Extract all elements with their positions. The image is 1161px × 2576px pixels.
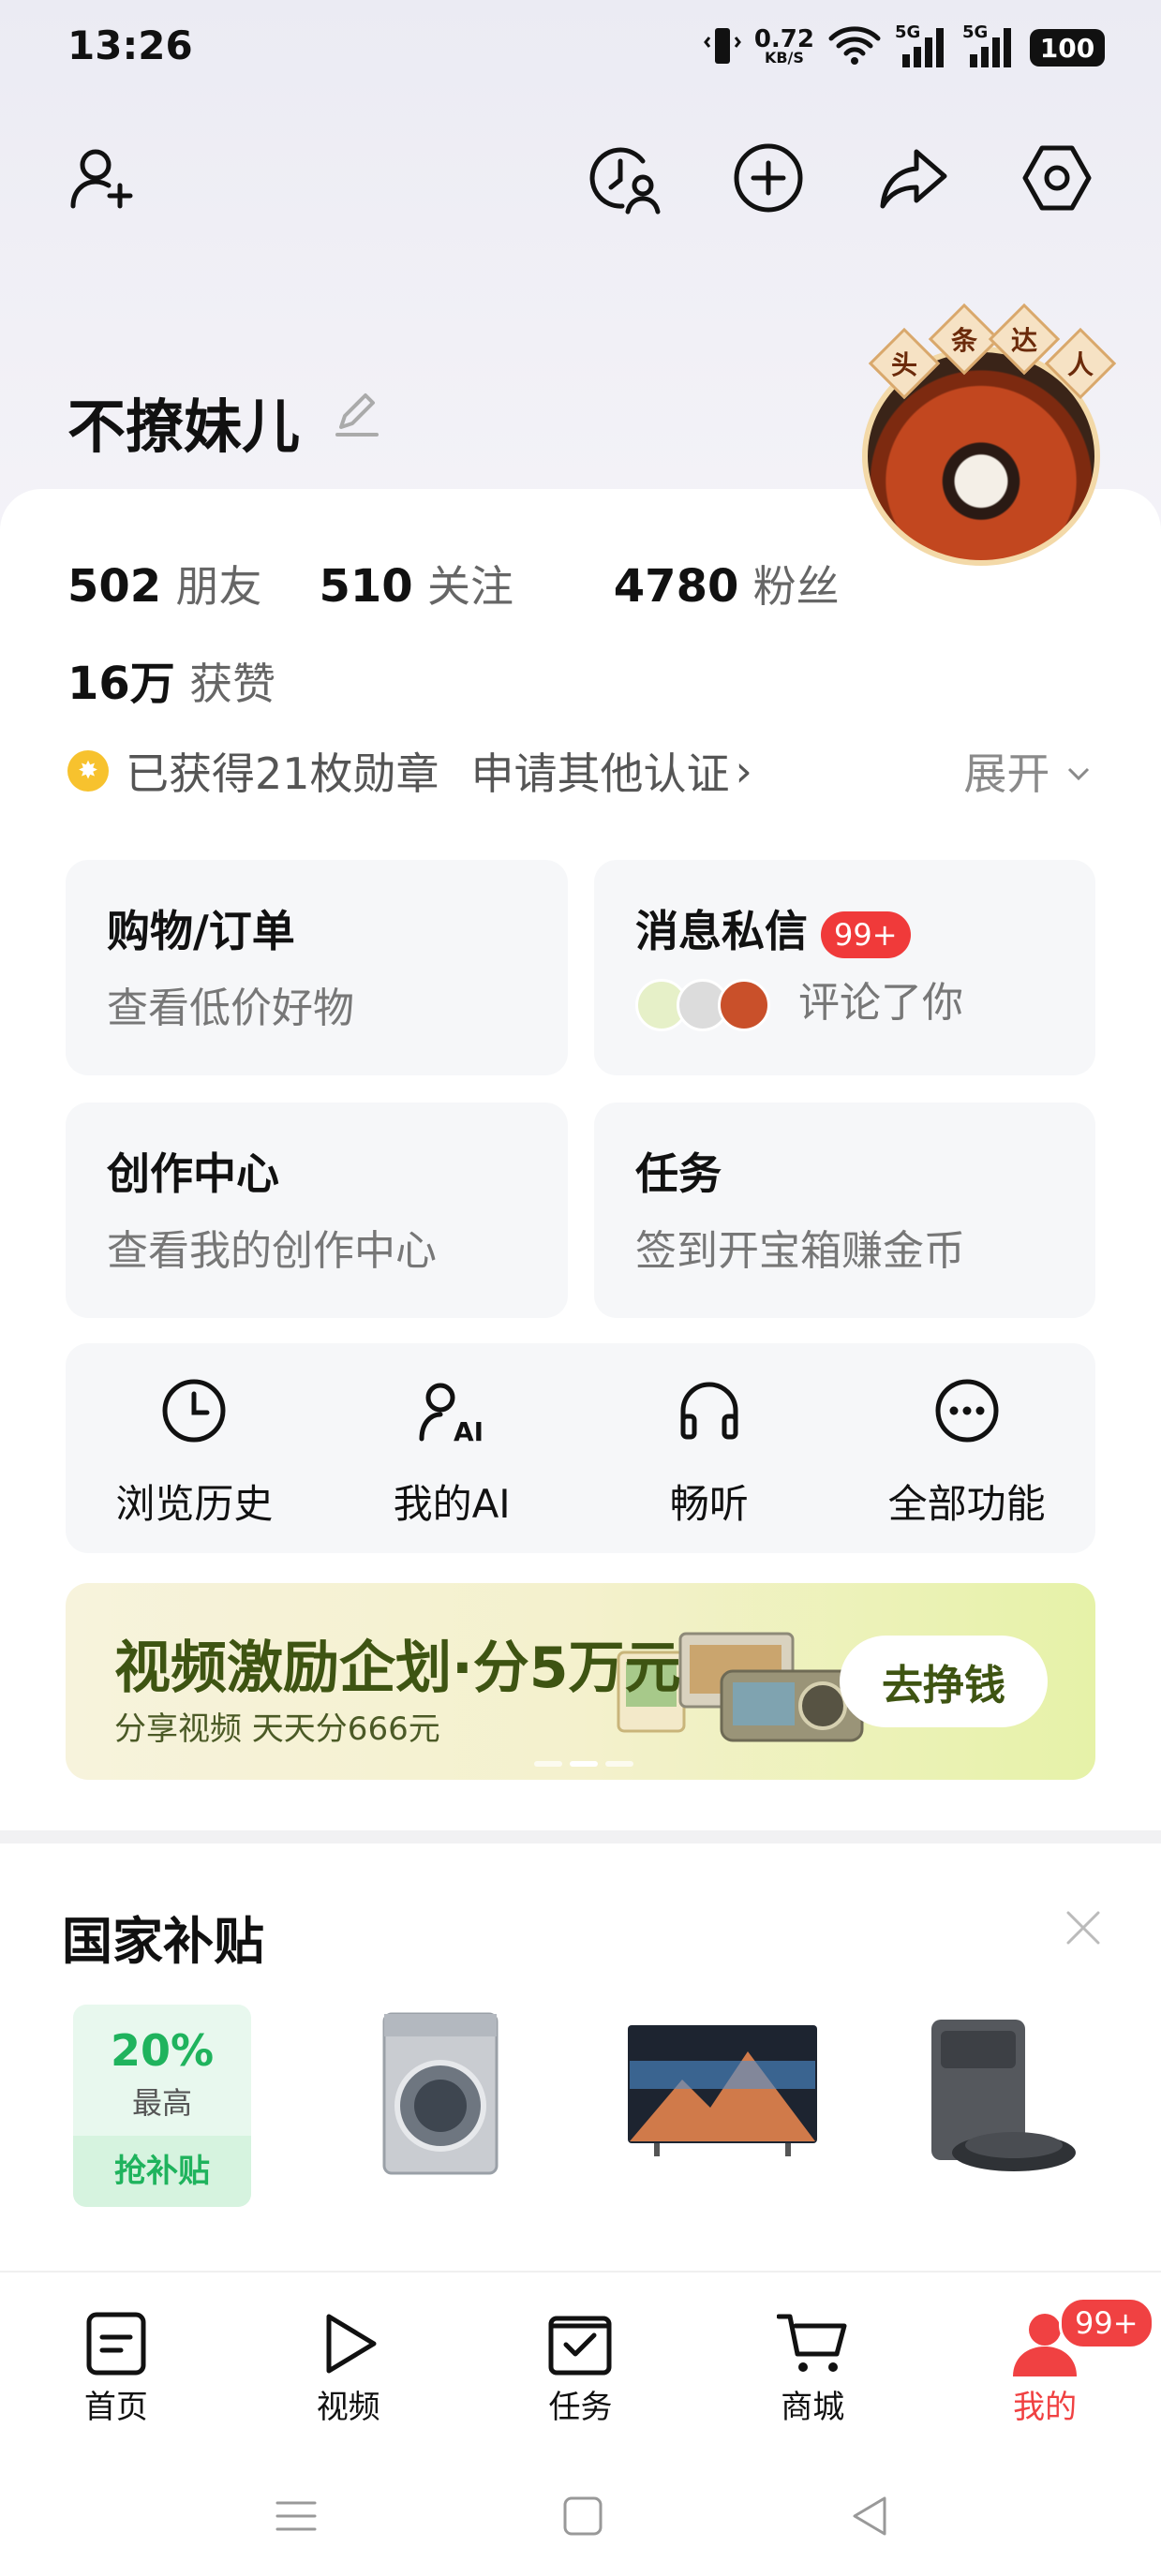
medal-icon: ✸ (67, 750, 109, 792)
chevron-down-icon (1064, 748, 1094, 799)
all-features-button[interactable]: 全部功能 (838, 1343, 1095, 1553)
cart-icon (775, 2306, 850, 2381)
product-television[interactable] (626, 2012, 819, 2199)
subsidy-coupon[interactable]: 20% 最高 抢补贴 (73, 2005, 251, 2207)
nav-video[interactable]: 视频 (232, 2273, 465, 2458)
battery-indicator: 100 (1030, 29, 1105, 67)
headphones-icon (674, 1375, 745, 1446)
subsidy-max-label: 最高 (131, 2085, 192, 2121)
banner-title: 视频激励企划·分5万元 (114, 1636, 681, 1701)
tile-title: 购物/订单 (107, 906, 295, 956)
back-triangle-icon (849, 2495, 890, 2541)
share-icon (875, 141, 950, 219)
quick-actions: 浏览历史 AI 我的AI 畅听 全部功能 (66, 1343, 1095, 1553)
status-bar: 13:26 0.72 KB/S 5G 5G 100 (0, 0, 1161, 97)
add-friend-button[interactable] (64, 141, 142, 219)
ai-user-icon: AI (416, 1375, 487, 1446)
friends-stat[interactable]: 502 朋友 (67, 560, 261, 613)
profile-name: 不撩妹儿 (67, 392, 301, 461)
likes-stat[interactable]: 16万 获赞 (67, 646, 275, 712)
tile-subtitle: 评论了你 (798, 979, 963, 1027)
earn-money-button[interactable]: 去挣钱 (840, 1636, 1048, 1727)
clock-icon (158, 1375, 230, 1446)
history-user-icon (585, 139, 663, 221)
nav-tasks[interactable]: 任务 (465, 2273, 697, 2458)
tile-title: 消息私信 (635, 906, 808, 956)
tile-title: 创作中心 (107, 1148, 279, 1199)
history-user-button[interactable] (585, 141, 663, 219)
create-button[interactable] (729, 141, 808, 219)
signal-icon-2: 5G (962, 22, 1017, 69)
menu-icon (274, 2497, 319, 2539)
square-icon (562, 2495, 603, 2540)
toutiao-talent-badge: 头 条 达 人 (862, 303, 1117, 400)
creation-center-tile[interactable]: 创作中心 查看我的创作中心 (66, 1103, 568, 1318)
settings-button[interactable] (1018, 141, 1096, 219)
tile-subtitle: 签到开宝箱赚金币 (635, 1227, 965, 1275)
plus-circle-icon (731, 141, 806, 219)
listen-button[interactable]: 畅听 (581, 1343, 839, 1553)
edit-profile-button[interactable] (332, 390, 382, 440)
share-button[interactable] (873, 141, 952, 219)
video-incentive-banner[interactable]: 视频激励企划·分5万元 分享视频 天天分666元 去挣钱 (66, 1583, 1095, 1780)
network-speed: 0.72 KB/S (753, 25, 814, 67)
task-check-icon (543, 2306, 618, 2381)
tile-subtitle: 查看低价好物 (107, 985, 354, 1032)
more-dots-icon (931, 1375, 1003, 1446)
close-button[interactable] (1059, 1903, 1108, 1952)
status-icons: 0.72 KB/S 5G 5G 100 (703, 21, 1105, 75)
add-friend-icon (66, 141, 141, 219)
my-ai-button[interactable]: AI 我的AI (323, 1343, 581, 1553)
expand-button[interactable]: 展开 (963, 740, 1094, 802)
medal-row[interactable]: ✸ 已获得21枚勋章 申请其他认证 › (67, 740, 752, 802)
home-doc-icon (79, 2306, 154, 2381)
nav-mine-badge: 99+ (1059, 2297, 1154, 2349)
vibrate-icon (703, 24, 741, 71)
section-title: 国家补贴 (62, 1912, 264, 1971)
close-icon (1059, 1911, 1108, 1956)
commenter-avatars (635, 979, 770, 1031)
home-button[interactable] (557, 2492, 609, 2544)
chevron-right-icon: › (735, 746, 752, 796)
settings-hexagon-icon (1020, 141, 1094, 219)
profile-stats: 502 朋友 510 关注 4780 粉丝 (67, 553, 840, 614)
tile-subtitle: 查看我的创作中心 (107, 1227, 437, 1275)
status-time: 13:26 (67, 22, 193, 68)
apply-certification-link[interactable]: 申请其他认证 (471, 740, 730, 802)
system-nav-bar (0, 2458, 1161, 2576)
nav-home[interactable]: 首页 (0, 2273, 232, 2458)
tasks-tile[interactable]: 任务 签到开宝箱赚金币 (594, 1103, 1095, 1318)
bottom-nav: 首页 视频 任务 商城 我的 (0, 2271, 1161, 2458)
pencil-icon (332, 393, 382, 444)
browse-history-button[interactable]: 浏览历史 (66, 1343, 323, 1553)
fans-stat[interactable]: 4780 粉丝 (614, 560, 840, 613)
menu-button[interactable] (270, 2492, 322, 2544)
carousel-indicator (534, 1761, 637, 1767)
product-robot-vacuum[interactable] (920, 2012, 1081, 2199)
shopping-orders-tile[interactable]: 购物/订单 查看低价好物 (66, 860, 568, 1075)
grab-subsidy-button[interactable]: 抢补贴 (73, 2136, 251, 2207)
nav-mall[interactable]: 商城 (696, 2273, 929, 2458)
product-washing-machine[interactable] (382, 2012, 499, 2199)
tile-title: 任务 (635, 1148, 722, 1199)
back-button[interactable] (843, 2492, 896, 2544)
subsidy-percent: 20% (110, 2025, 215, 2076)
national-subsidy-section: 国家补贴 20% 最高 抢补贴 (0, 1843, 1161, 2271)
banner-subtitle: 分享视频 天天分666元 (114, 1710, 440, 1748)
medal-text: 已获得21枚勋章 (126, 748, 439, 799)
section-divider (0, 1830, 1161, 1843)
svg-text:AI: AI (454, 1416, 484, 1444)
messages-tile[interactable]: 消息私信 99+ 评论了你 (594, 860, 1095, 1075)
following-stat[interactable]: 510 关注 (320, 560, 514, 613)
message-count-badge: 99+ (821, 910, 911, 958)
wifi-icon (827, 25, 882, 70)
play-icon (311, 2306, 386, 2381)
signal-icon-1: 5G (895, 22, 949, 69)
